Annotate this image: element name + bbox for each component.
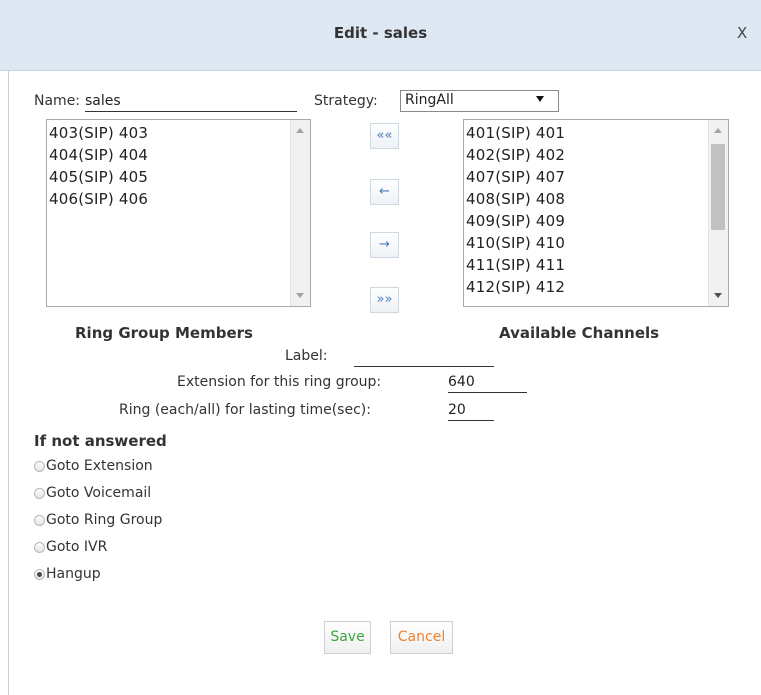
save-button[interactable]: Save <box>324 621 371 654</box>
available-listbox[interactable]: 401(SIP) 401 402(SIP) 402 407(SIP) 407 4… <box>463 119 729 307</box>
available-list: 401(SIP) 401 402(SIP) 402 407(SIP) 407 4… <box>466 122 565 298</box>
member-item[interactable]: 403(SIP) 403 <box>49 122 148 144</box>
available-caption: Available Channels <box>499 324 660 342</box>
dialog-titlebar: Edit - sales X <box>0 0 761 71</box>
dialog-left-border <box>8 70 9 695</box>
close-icon[interactable]: X <box>737 24 747 42</box>
radio-checked-icon[interactable] <box>34 569 45 580</box>
radio-label: Hangup <box>46 566 101 582</box>
ring-time-label: Ring (each/all) for lasting time(sec): <box>119 402 371 418</box>
chevron-down-icon <box>536 96 544 102</box>
strategy-value: RingAll <box>405 92 454 108</box>
available-item[interactable]: 411(SIP) 411 <box>466 254 565 276</box>
if-not-answered-heading: If not answered <box>34 432 167 450</box>
move-right-button[interactable]: → <box>370 232 399 258</box>
move-left-button[interactable]: ← <box>370 179 399 205</box>
member-item[interactable]: 405(SIP) 405 <box>49 166 148 188</box>
cancel-button[interactable]: Cancel <box>390 621 453 654</box>
extension-label: Extension for this ring group: <box>177 374 382 390</box>
scroll-thumb[interactable] <box>711 144 725 230</box>
extension-input[interactable]: 640 <box>448 373 527 393</box>
radio-circle-icon[interactable] <box>34 461 45 472</box>
name-input[interactable]: sales <box>85 92 297 112</box>
radio-circle-icon[interactable] <box>34 542 45 553</box>
move-all-right-button[interactable]: »» <box>370 287 399 313</box>
dialog-title: Edit - sales <box>333 24 428 42</box>
member-item[interactable]: 406(SIP) 406 <box>49 188 148 210</box>
available-item[interactable]: 409(SIP) 409 <box>466 210 565 232</box>
scroll-up-icon[interactable] <box>296 128 304 133</box>
members-listbox[interactable]: 403(SIP) 403 404(SIP) 404 405(SIP) 405 4… <box>46 119 311 307</box>
edit-dialog: Edit - sales X Name: sales Strategy: Rin… <box>0 0 761 695</box>
available-item[interactable]: 408(SIP) 408 <box>466 188 565 210</box>
radio-label: Goto Ring Group <box>46 512 163 528</box>
available-item[interactable]: 412(SIP) 412 <box>466 276 565 298</box>
scroll-down-icon[interactable] <box>296 293 304 298</box>
scroll-down-icon[interactable] <box>714 293 722 298</box>
label-label: Label: <box>285 348 328 364</box>
available-item[interactable]: 401(SIP) 401 <box>466 122 565 144</box>
label-input[interactable] <box>354 347 494 367</box>
radio-label: Goto IVR <box>46 539 108 555</box>
member-item[interactable]: 404(SIP) 404 <box>49 144 148 166</box>
radio-circle-icon[interactable] <box>34 488 45 499</box>
name-label: Name: <box>34 93 81 109</box>
members-caption: Ring Group Members <box>75 324 253 342</box>
available-item[interactable]: 407(SIP) 407 <box>466 166 565 188</box>
available-item[interactable]: 402(SIP) 402 <box>466 144 565 166</box>
strategy-select[interactable]: RingAll <box>400 90 559 112</box>
members-list: 403(SIP) 403 404(SIP) 404 405(SIP) 405 4… <box>49 122 148 210</box>
ring-time-input[interactable]: 20 <box>448 401 494 421</box>
scroll-up-icon[interactable] <box>714 128 722 133</box>
radio-label: Goto Extension <box>46 458 153 474</box>
move-all-left-button[interactable]: «« <box>370 123 399 149</box>
available-scrollbar[interactable] <box>708 120 728 306</box>
available-item[interactable]: 410(SIP) 410 <box>466 232 565 254</box>
radio-label: Goto Voicemail <box>46 485 152 501</box>
radio-circle-icon[interactable] <box>34 515 45 526</box>
members-scrollbar[interactable] <box>290 120 310 306</box>
strategy-label: Strategy: <box>314 93 378 109</box>
